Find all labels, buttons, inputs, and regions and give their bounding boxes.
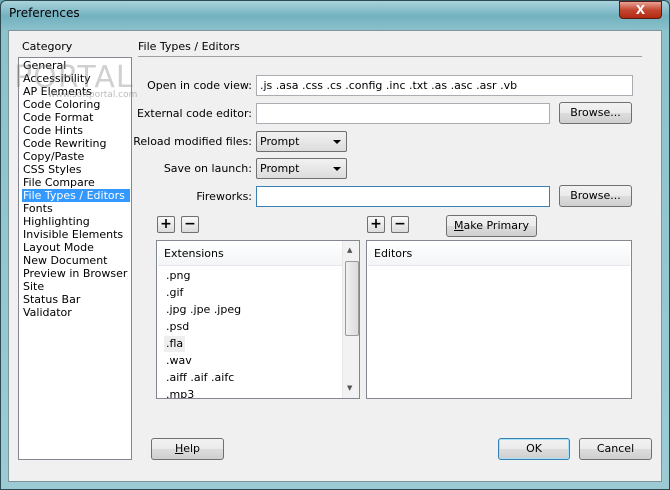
editors-list[interactable]: Editors bbox=[366, 240, 632, 399]
extension-item[interactable]: .jpg .jpe .jpeg bbox=[164, 302, 243, 318]
extensions-list[interactable]: Extensions .png .gif .jpg .jpe .jpeg .psd .f… bbox=[156, 240, 360, 399]
fireworks-label: Fireworks: bbox=[196, 190, 252, 203]
external-code-editor-label: External code editor: bbox=[136, 107, 252, 120]
category-item[interactable]: Invisible Elements bbox=[22, 228, 130, 241]
watermark-url: www.softportal.com bbox=[48, 90, 138, 100]
category-item[interactable]: Copy/Paste bbox=[22, 150, 130, 163]
help-button[interactable]: Help bbox=[151, 438, 224, 460]
section-divider bbox=[138, 56, 642, 57]
add-extension-button[interactable]: + bbox=[157, 216, 175, 233]
extension-item[interactable]: .wav bbox=[164, 353, 194, 369]
category-list[interactable]: General Accessibility AP Elements Code Colo… bbox=[18, 57, 132, 460]
category-item[interactable]: File Types / Editors bbox=[22, 189, 130, 202]
add-editor-button[interactable]: + bbox=[367, 216, 385, 233]
extension-item[interactable]: .aiff .aif .aifc bbox=[164, 370, 236, 386]
remove-editor-button[interactable]: − bbox=[391, 216, 409, 233]
editors-header: Editors bbox=[368, 242, 630, 266]
category-item[interactable]: Highlighting bbox=[22, 215, 130, 228]
category-label: Category bbox=[22, 40, 73, 53]
reload-modified-files-label: Reload modified files: bbox=[133, 135, 252, 148]
external-code-editor-input[interactable] bbox=[256, 103, 550, 124]
category-item[interactable]: Layout Mode bbox=[22, 241, 130, 254]
window-title: Preferences bbox=[9, 6, 80, 20]
extensions-header: Extensions bbox=[158, 242, 342, 266]
scroll-thumb[interactable] bbox=[345, 261, 359, 336]
save-on-launch-label: Save on launch: bbox=[163, 162, 252, 175]
fireworks-input[interactable] bbox=[256, 186, 550, 207]
category-item[interactable]: Fonts bbox=[22, 202, 130, 215]
category-item[interactable]: Preview in Browser bbox=[22, 267, 130, 280]
category-item[interactable]: Status Bar bbox=[22, 293, 130, 306]
category-item[interactable]: Site bbox=[22, 280, 130, 293]
scrollbar[interactable]: ▲ ▼ bbox=[342, 241, 359, 398]
scroll-down-icon[interactable]: ▼ bbox=[347, 384, 352, 392]
extension-item[interactable]: .psd bbox=[164, 319, 191, 335]
category-item[interactable]: Code Hints bbox=[22, 124, 130, 137]
category-item[interactable]: Validator bbox=[22, 306, 130, 319]
chevron-down-icon bbox=[333, 167, 341, 171]
extension-item[interactable]: .png bbox=[164, 268, 192, 284]
reload-value: Prompt bbox=[260, 135, 300, 148]
open-in-code-view-input[interactable]: .js .asa .css .cs .config .inc .txt .as … bbox=[256, 75, 633, 96]
category-item[interactable]: CSS Styles bbox=[22, 163, 130, 176]
ok-button[interactable]: OK bbox=[498, 438, 570, 460]
category-item[interactable]: New Document bbox=[22, 254, 130, 267]
section-title: File Types / Editors bbox=[138, 40, 240, 53]
close-button[interactable]: X bbox=[619, 1, 662, 19]
category-item[interactable]: Code Format bbox=[22, 111, 130, 124]
reload-modified-files-select[interactable]: Prompt bbox=[256, 131, 347, 152]
scroll-up-icon[interactable]: ▲ bbox=[347, 246, 352, 254]
extension-item[interactable]: .mp3 bbox=[164, 387, 196, 398]
make-primary-button[interactable]: Make Primary bbox=[446, 215, 537, 237]
cancel-button[interactable]: Cancel bbox=[579, 438, 652, 460]
category-item[interactable]: File Compare bbox=[22, 176, 130, 189]
category-item[interactable]: Code Rewriting bbox=[22, 137, 130, 150]
browse-code-editor-button[interactable]: Browse... bbox=[559, 102, 632, 124]
open-in-code-view-label: Open in code view: bbox=[147, 79, 252, 92]
save-on-launch-select[interactable]: Prompt bbox=[256, 158, 347, 179]
save-value: Prompt bbox=[260, 162, 300, 175]
chevron-down-icon bbox=[333, 140, 341, 144]
remove-extension-button[interactable]: − bbox=[181, 216, 199, 233]
browse-fireworks-button[interactable]: Browse... bbox=[559, 185, 632, 207]
extension-item[interactable]: .gif bbox=[164, 285, 185, 301]
extension-item[interactable]: .fla bbox=[164, 336, 186, 352]
